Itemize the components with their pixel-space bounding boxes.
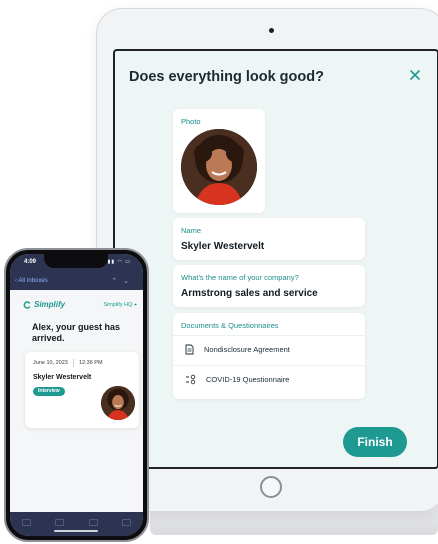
folder-icon[interactable] bbox=[55, 518, 65, 526]
back-label: All Inboxes bbox=[18, 278, 48, 284]
doc-label-nda: Nondisclosure Agreement bbox=[204, 345, 290, 354]
status-time: 4:09 bbox=[24, 259, 37, 265]
close-icon[interactable] bbox=[407, 67, 423, 83]
status-icons: ▮▮ ◠ ▭ bbox=[107, 259, 131, 265]
name-label: Name bbox=[181, 226, 202, 235]
brand-name: Simplify bbox=[34, 300, 66, 309]
compose-icon[interactable] bbox=[121, 518, 131, 526]
phone-device: 4:09 ▮▮ ◠ ▭ ‹ All Inboxes ⌃⌄ Simplify Si… bbox=[4, 248, 149, 542]
company-card[interactable]: What's the name of your company? Armstro… bbox=[173, 265, 365, 307]
visitor-photo bbox=[181, 129, 257, 205]
location-label: Simplify HQ bbox=[103, 302, 133, 308]
phone-notch bbox=[44, 254, 108, 268]
company-value: Armstrong sales and service bbox=[181, 288, 318, 299]
photo-label: Photo bbox=[181, 117, 201, 126]
visit-time: 12:36 PM bbox=[79, 360, 103, 366]
name-card[interactable]: Name Skyler Westervelt bbox=[173, 218, 365, 260]
checklist-icon bbox=[186, 374, 196, 385]
doc-label-covid: COVID-19 Questionnaire bbox=[206, 375, 290, 384]
visitor-avatar bbox=[101, 386, 135, 420]
home-indicator bbox=[54, 530, 98, 532]
visit-type-badge: Interview bbox=[33, 387, 65, 396]
name-value: Skyler Westervelt bbox=[181, 241, 265, 252]
mail-toolbar bbox=[10, 512, 143, 536]
document-icon bbox=[185, 344, 194, 355]
archive-icon[interactable] bbox=[22, 518, 32, 526]
documents-label: Documents & Questionnaires bbox=[181, 321, 279, 330]
nav-arrows[interactable]: ⌃⌄ bbox=[111, 277, 135, 285]
review-dialog: Does everything look good? Photo Name Sk… bbox=[113, 49, 438, 469]
divider bbox=[73, 359, 74, 367]
phone-screen: 4:09 ▮▮ ◠ ▭ ‹ All Inboxes ⌃⌄ Simplify Si… bbox=[10, 254, 143, 536]
brand: Simplify bbox=[23, 300, 65, 309]
tablet-camera bbox=[269, 28, 274, 33]
documents-card: Documents & Questionnaires Nondisclosure… bbox=[173, 313, 365, 399]
visit-card[interactable]: June 10, 2023 12:36 PM Skyler Westervelt… bbox=[25, 352, 139, 428]
simplify-logo-icon bbox=[23, 300, 31, 309]
location-pin-icon: ⌖ bbox=[133, 302, 137, 308]
guest-arrived-message: Alex, your guest has arrived. bbox=[32, 322, 121, 343]
dialog-title: Does everything look good? bbox=[129, 69, 324, 85]
reply-icon[interactable] bbox=[88, 518, 98, 526]
location: Simplify HQ ⌖ bbox=[103, 302, 137, 309]
visit-name: Skyler Westervelt bbox=[33, 374, 92, 381]
photo-card[interactable]: Photo bbox=[173, 109, 265, 213]
finish-button[interactable]: Finish bbox=[343, 427, 407, 457]
company-label: What's the name of your company? bbox=[181, 273, 299, 282]
doc-row-nda[interactable]: Nondisclosure Agreement bbox=[173, 335, 365, 363]
tablet-home-button[interactable] bbox=[260, 476, 282, 498]
doc-row-covid[interactable]: COVID-19 Questionnaire bbox=[173, 365, 365, 393]
back-link[interactable]: ‹ All Inboxes bbox=[15, 278, 48, 284]
visit-date: June 10, 2023 bbox=[33, 360, 68, 366]
